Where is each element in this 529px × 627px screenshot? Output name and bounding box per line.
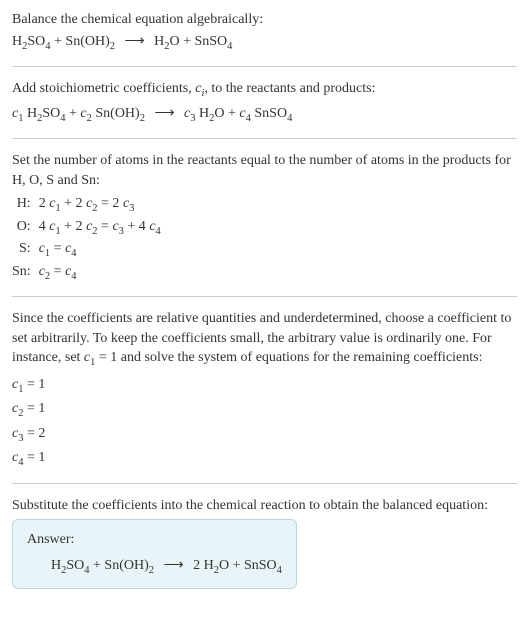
table-row: Sn: c2 = c4 [12, 262, 167, 284]
element-label: H: [12, 194, 39, 216]
txt: = [98, 219, 113, 234]
equation-cell: 2 c1 + 2 c2 = 2 c3 [39, 194, 167, 216]
txt: = 1 [23, 401, 45, 416]
atom-intro: Set the number of atoms in the reactants… [12, 151, 517, 190]
section-solve: Since the coefficients are relative quan… [12, 309, 517, 471]
element-label: S: [12, 239, 39, 261]
txt: SnSO [251, 106, 287, 121]
txt: + Sn(OH) [51, 34, 110, 49]
txt: = [50, 264, 65, 279]
txt: O + SnSO [219, 558, 277, 573]
equation-cell: c1 = c4 [39, 239, 167, 261]
txt: = 1 [23, 450, 45, 465]
sub: 4 [71, 248, 76, 259]
divider [12, 66, 517, 67]
txt: = [50, 241, 65, 256]
txt: , to the reactants and products: [204, 81, 375, 96]
sub: 4 [71, 270, 76, 281]
sub: 4 [156, 226, 161, 237]
coeff-value: c2 = 1 [12, 399, 517, 421]
divider [12, 296, 517, 297]
divider [12, 138, 517, 139]
section-answer: Substitute the coefficients into the che… [12, 496, 517, 590]
txt: H [196, 106, 210, 121]
txt: H [23, 106, 37, 121]
solve-intro: Since the coefficients are relative quan… [12, 309, 517, 371]
equation-cell: c2 = c4 [39, 262, 167, 284]
txt: H [154, 34, 164, 49]
table-row: H: 2 c1 + 2 c2 = 2 c3 [12, 194, 167, 216]
section-problem: Balance the chemical equation algebraica… [12, 10, 517, 54]
problem-intro: Balance the chemical equation algebraica… [12, 10, 517, 30]
answer-box: Answer: H2SO4 + Sn(OH)2 ⟶ 2 H2O + SnSO4 [12, 519, 297, 589]
coeff-value: c1 = 1 [12, 375, 517, 397]
table-row: S: c1 = c4 [12, 239, 167, 261]
txt: = 1 and solve the system of equations fo… [95, 350, 482, 365]
sub: 4 [227, 40, 232, 51]
answer-label: Answer: [27, 530, 282, 550]
arrow-icon: ⟶ [154, 106, 174, 121]
txt: Add stoichiometric coefficients, [12, 81, 195, 96]
txt: 2 [39, 196, 50, 211]
element-label: O: [12, 217, 39, 239]
txt: + 4 [124, 219, 149, 234]
txt: H [12, 34, 22, 49]
coeff-value: c4 = 1 [12, 448, 517, 470]
sub: 2 [140, 112, 145, 123]
txt: + Sn(OH) [90, 558, 149, 573]
unbalanced-equation: H2SO4 + Sn(OH)2 ⟶ H2O + SnSO4 [12, 32, 517, 54]
element-label: Sn: [12, 262, 39, 284]
txt: = 2 [98, 196, 123, 211]
section-coefficients: Add stoichiometric coefficients, ci, to … [12, 79, 517, 126]
txt: + 2 [61, 219, 86, 234]
coeff-values: c1 = 1 c2 = 1 c3 = 2 c4 = 1 [12, 375, 517, 471]
txt: 4 [39, 219, 50, 234]
txt: + [66, 106, 81, 121]
atom-table: H: 2 c1 + 2 c2 = 2 c3 O: 4 c1 + 2 c2 = c… [12, 194, 167, 284]
table-row: O: 4 c1 + 2 c2 = c3 + 4 c4 [12, 217, 167, 239]
coeff-value: c3 = 2 [12, 424, 517, 446]
txt: SO [66, 558, 84, 573]
sub: 4 [277, 565, 282, 576]
equation-cell: 4 c1 + 2 c2 = c3 + 4 c4 [39, 217, 167, 239]
arrow-icon: ⟶ [125, 34, 145, 49]
coeff-intro: Add stoichiometric coefficients, ci, to … [12, 79, 517, 101]
balanced-equation: H2SO4 + Sn(OH)2 ⟶ 2 H2O + SnSO4 [27, 556, 282, 578]
answer-intro: Substitute the coefficients into the che… [12, 496, 517, 516]
txt: = 2 [23, 426, 45, 441]
arrow-icon: ⟶ [164, 558, 184, 573]
txt: = 1 [23, 377, 45, 392]
txt: SO [42, 106, 60, 121]
txt: Sn(OH) [92, 106, 140, 121]
sub: 3 [129, 203, 134, 214]
sub: 2 [110, 40, 115, 51]
txt: O + SnSO [169, 34, 227, 49]
coeff-equation: c1 H2SO4 + c2 Sn(OH)2 ⟶ c3 H2O + c4 SnSO… [12, 104, 517, 126]
txt: 2 H [193, 558, 214, 573]
divider [12, 483, 517, 484]
txt: SO [27, 34, 45, 49]
txt: H [51, 558, 61, 573]
sub: 2 [149, 565, 154, 576]
section-atom-balance: Set the number of atoms in the reactants… [12, 151, 517, 284]
txt: O + [214, 106, 239, 121]
sub: 4 [287, 112, 292, 123]
txt: + 2 [61, 196, 86, 211]
